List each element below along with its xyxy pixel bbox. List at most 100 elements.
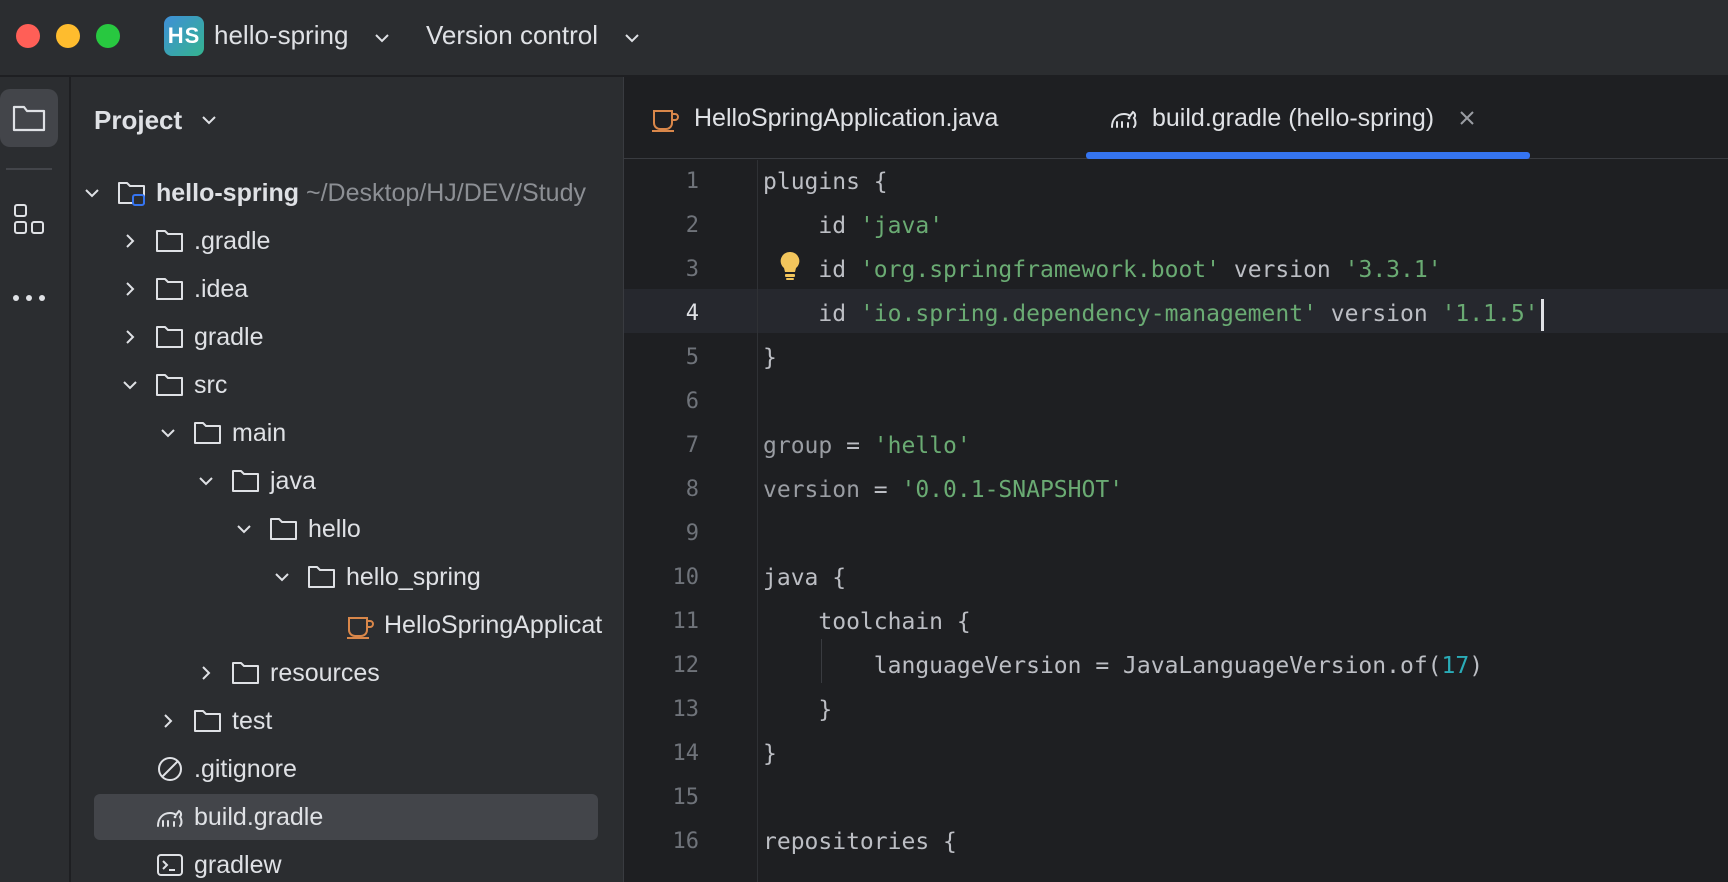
line-number: 1 — [685, 169, 699, 194]
activity-bar — [0, 77, 70, 882]
chevron-down-icon[interactable] — [622, 28, 642, 48]
tree-item-label: gradlew — [194, 851, 282, 879]
code-line[interactable]: } — [763, 688, 832, 732]
tree-item-resources[interactable]: resources — [71, 650, 623, 696]
tab-label: build.gradle (hello-spring) — [1152, 103, 1435, 132]
tree-item-java[interactable]: java — [71, 458, 623, 504]
tree-item-gradle[interactable]: gradle — [71, 314, 623, 360]
code-line[interactable]: java { — [763, 556, 846, 600]
line-number: 16 — [672, 829, 700, 854]
tree-item-hello[interactable]: hello — [71, 506, 623, 552]
title-bar: HS hello-spring Version control — [0, 0, 1728, 76]
tab-hello-spring-application[interactable]: HelloSpringApplication.java — [650, 77, 998, 159]
tree-item-gitignore[interactable]: .gitignore — [71, 746, 623, 792]
version-control-menu[interactable]: Version control — [426, 20, 598, 51]
line-number: 8 — [685, 477, 699, 502]
chevron-right-icon[interactable] — [120, 231, 140, 251]
code-line[interactable]: } — [763, 336, 777, 380]
java-class-icon — [347, 617, 374, 639]
editor-area: HelloSpringApplication.java build.gradle… — [623, 77, 1728, 882]
line-number: 12 — [672, 653, 700, 678]
line-number: 9 — [685, 521, 699, 546]
code-line[interactable]: version = '0.0.1-SNAPSHOT' — [763, 468, 1123, 512]
chevron-down-icon[interactable] — [120, 375, 140, 395]
more-tools-button[interactable] — [0, 269, 58, 327]
project-tool-button[interactable] — [0, 89, 58, 147]
code-line[interactable]: } — [763, 732, 777, 776]
folder-icon — [194, 710, 221, 732]
structure-icon — [14, 204, 44, 234]
ignore-file-icon — [158, 757, 182, 781]
tree-item-label: hello-spring — [156, 179, 300, 207]
maximize-window-button[interactable] — [96, 24, 120, 48]
line-number-gutter: 1 2 3 4 5 6 7 8 9 10 11 12 13 14 15 16 — [624, 160, 757, 882]
line-number: 5 — [685, 345, 699, 370]
line-number: 2 — [685, 213, 699, 238]
gradle-icon — [157, 809, 183, 827]
line-number: 13 — [672, 697, 700, 722]
folder-icon — [232, 662, 259, 684]
active-tab-indicator — [1086, 152, 1530, 159]
structure-tool-button[interactable] — [0, 190, 58, 248]
tree-item-gradlew[interactable]: gradlew — [71, 842, 623, 882]
line-number: 10 — [672, 565, 700, 590]
chevron-down-icon[interactable] — [272, 567, 292, 587]
chevron-down-icon[interactable] — [196, 471, 216, 491]
code-line[interactable]: id 'java' — [763, 204, 943, 248]
tree-item-test[interactable]: test — [71, 698, 623, 744]
code-line[interactable]: id 'org.springframework.boot' version '3… — [763, 248, 1441, 292]
tab-build-gradle[interactable]: build.gradle (hello-spring) — [1108, 77, 1476, 159]
folder-icon — [156, 374, 183, 396]
chevron-right-icon[interactable] — [196, 663, 216, 683]
folder-icon — [308, 566, 335, 588]
code-line[interactable]: repositories { — [763, 820, 957, 864]
tree-item-label: HelloSpringApplicat — [384, 611, 603, 639]
project-badge[interactable]: HS — [164, 16, 204, 56]
tree-item-dot-idea[interactable]: .idea — [71, 266, 623, 312]
tree-item-label: gradle — [194, 323, 264, 351]
tree-item-label: src — [194, 371, 228, 399]
chevron-down-icon[interactable] — [372, 28, 392, 48]
folder-icon — [156, 278, 183, 300]
minimize-window-button[interactable] — [56, 24, 80, 48]
chevron-right-icon[interactable] — [120, 279, 140, 299]
editor-tabs: HelloSpringApplication.java build.gradle… — [624, 77, 1728, 159]
code-line[interactable]: languageVersion = JavaLanguageVersion.of… — [763, 644, 1483, 688]
line-number: 15 — [672, 785, 700, 810]
lightbulb-icon[interactable] — [777, 250, 803, 282]
tab-label: HelloSpringApplication.java — [694, 103, 999, 132]
folder-icon — [156, 230, 183, 252]
tree-item-build-gradle[interactable]: build.gradle — [71, 794, 623, 840]
chevron-right-icon[interactable] — [158, 711, 178, 731]
chevron-right-icon[interactable] — [120, 327, 140, 347]
close-window-button[interactable] — [16, 24, 40, 48]
chevron-down-icon[interactable] — [82, 183, 102, 203]
project-switcher[interactable]: hello-spring — [214, 20, 348, 51]
project-panel-title[interactable]: Project — [94, 105, 182, 136]
code-line-current[interactable]: id 'io.spring.dependency-management' ver… — [763, 292, 1544, 336]
code-line[interactable]: toolchain { — [763, 600, 970, 644]
line-number: 4 — [685, 301, 699, 326]
tree-item-src[interactable]: src — [71, 362, 623, 408]
chevron-down-icon[interactable] — [234, 519, 254, 539]
tree-item-label: .gitignore — [194, 755, 297, 783]
close-icon[interactable] — [1458, 109, 1476, 127]
folder-icon — [12, 105, 46, 132]
chevron-down-icon[interactable] — [199, 110, 219, 130]
chevron-down-icon[interactable] — [158, 423, 178, 443]
tree-item-label: resources — [270, 659, 380, 687]
tree-item-main[interactable]: main — [71, 410, 623, 456]
module-folder-icon — [118, 182, 145, 206]
tree-item-label: main — [232, 419, 287, 447]
tree-item-hello-spring[interactable]: hello-spring ~/Desktop/HJ/DEV/Study — [71, 170, 623, 216]
code-line[interactable]: group = 'hello' — [763, 424, 971, 468]
tree-item-hello-spring-package[interactable]: hello_spring — [71, 554, 623, 600]
more-icon — [13, 295, 45, 301]
text-caret — [1540, 298, 1544, 331]
tree-item-dot-gradle[interactable]: .gradle — [71, 218, 623, 264]
code-line[interactable]: plugins { — [763, 160, 888, 204]
tree-item-hello-spring-application[interactable]: HelloSpringApplicat — [71, 602, 623, 648]
tree-item-label: .gradle — [194, 227, 271, 255]
tree-item-label: hello_spring — [346, 563, 481, 591]
line-number: 14 — [672, 741, 700, 766]
